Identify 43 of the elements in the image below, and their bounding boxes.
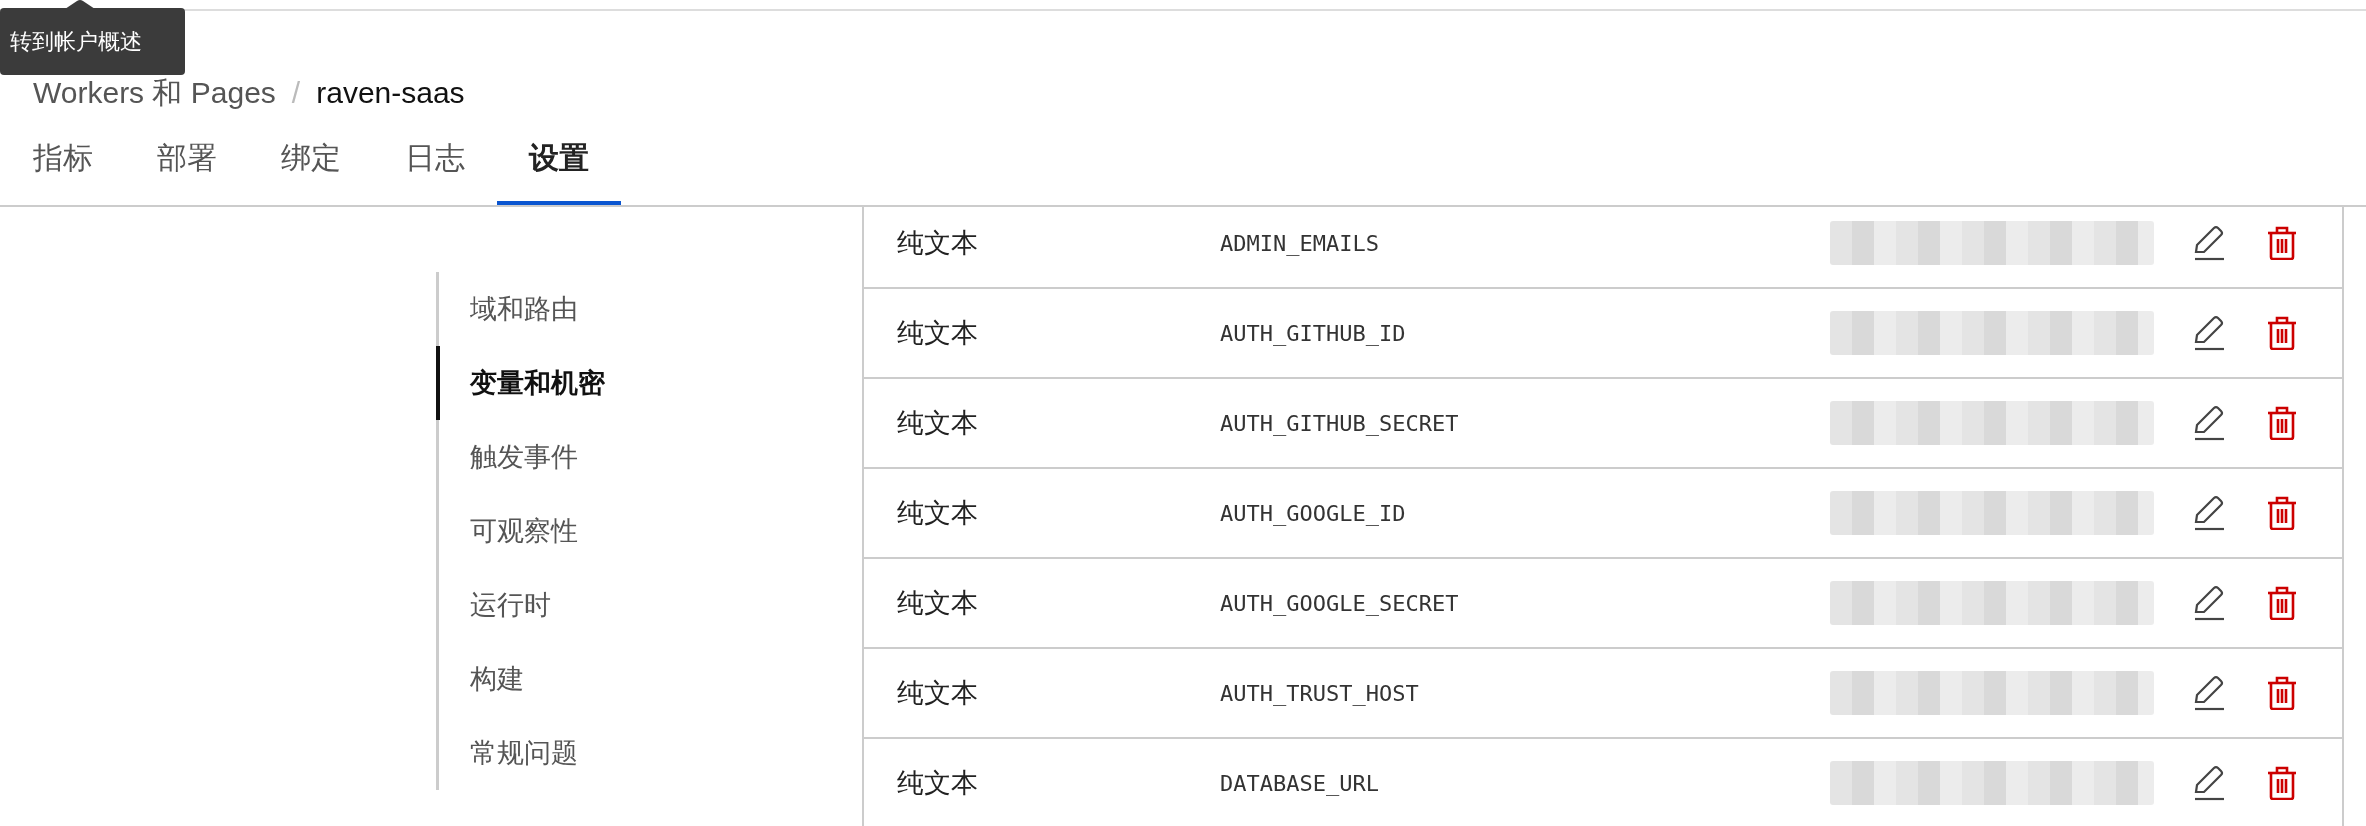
edit-icon[interactable] (2192, 585, 2226, 621)
type-cell-text: 纯文本 (896, 317, 979, 350)
variable-name: AUTH_GITHUB_SECRET (1220, 410, 1460, 436)
tab[interactable]: 日志 (373, 115, 497, 205)
edit-icon[interactable] (2192, 225, 2226, 261)
delete-icon[interactable] (2267, 496, 2297, 530)
edit-icon[interactable] (2192, 765, 2226, 801)
type-cell-text: 纯文本 (896, 227, 979, 260)
variable-name: AUTH_GOOGLE_SECRET (1220, 590, 1460, 616)
type-cell-text: 纯文本 (896, 677, 979, 710)
tab[interactable]: 绑定 (249, 115, 373, 205)
type-cell-text: 纯文本 (896, 407, 979, 440)
delete-icon[interactable] (2267, 766, 2297, 800)
variable-name: ADMIN_EMAILS (1220, 230, 1380, 256)
sidebar-item[interactable]: 运行时 (436, 568, 551, 642)
edit-icon[interactable] (2192, 315, 2226, 351)
sidebar-item[interactable]: 常规问题 (436, 716, 578, 790)
delete-icon[interactable] (2267, 316, 2297, 350)
tab[interactable]: 部署 (125, 115, 249, 205)
breadcrumb-separator: / (291, 75, 301, 111)
sidebar-item[interactable]: 变量和机密 (436, 346, 605, 420)
type-cell-text: 纯文本 (896, 497, 979, 530)
sidebar-item[interactable]: 触发事件 (436, 420, 578, 494)
variable-name: AUTH_GOOGLE_ID (1220, 500, 1407, 526)
delete-icon[interactable] (2267, 406, 2297, 440)
delete-icon[interactable] (2267, 676, 2297, 710)
type-cell-text: 纯文本 (896, 587, 979, 620)
variable-name: AUTH_GITHUB_ID (1220, 320, 1407, 346)
type-cell-text: 纯文本 (896, 767, 979, 800)
edit-icon[interactable] (2192, 495, 2226, 531)
sidebar-item[interactable]: 域和路由 (436, 272, 578, 346)
edit-icon[interactable] (2192, 405, 2226, 441)
sidebar-item[interactable]: 可观察性 (436, 494, 578, 568)
tab[interactable]: 设置 (497, 115, 621, 205)
tooltip-pointer (65, 0, 95, 9)
delete-icon[interactable] (2267, 586, 2297, 620)
breadcrumb-link[interactable]: raven-saas (316, 71, 465, 115)
tab[interactable]: 指标 (1, 115, 125, 205)
variable-name: AUTH_TRUST_HOST (1220, 680, 1420, 706)
delete-icon[interactable] (2267, 226, 2297, 260)
sidebar-item[interactable]: 构建 (436, 642, 524, 716)
edit-icon[interactable] (2192, 675, 2226, 711)
variable-name: DATABASE_URL (1220, 770, 1380, 796)
